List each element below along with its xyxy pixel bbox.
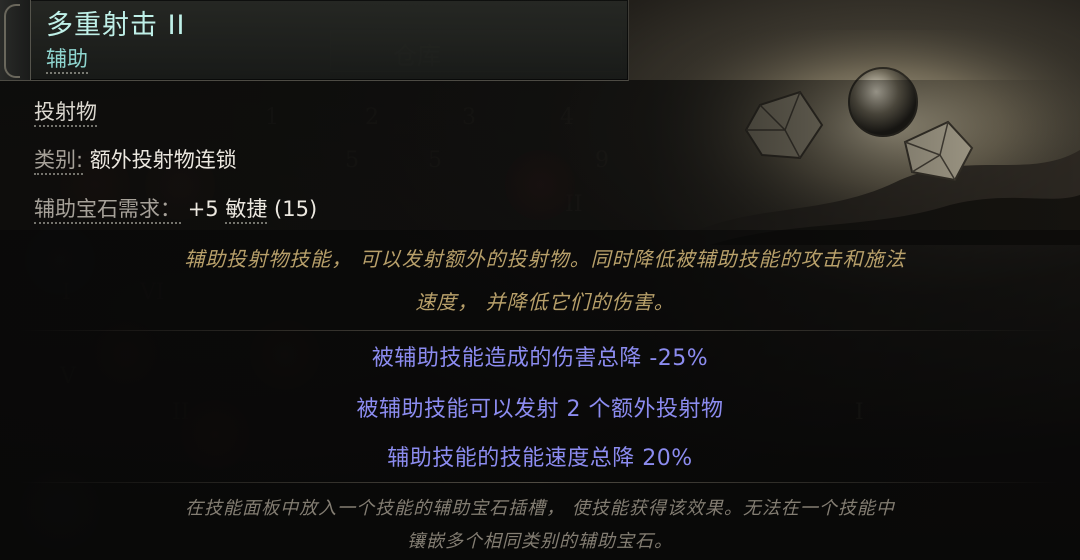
gem-type: 辅助 <box>46 43 88 74</box>
gem-tooltip: 多重射击 II 辅助 投射物 类别: 额外投射物连锁 辅助宝石需求： +5 敏捷… <box>0 0 1080 560</box>
gem-usage-hint-line-1: 在技能面板中放入一个技能的辅助宝石插槽， 使技能获得该效果。无法在一个技能中 <box>185 498 895 519</box>
modifier-projectiles: 被辅助技能可以发射 2 个额外投射物 <box>356 397 724 422</box>
category-value: 额外投射物连锁 <box>89 148 237 172</box>
section-divider <box>20 330 1060 331</box>
modifier-skill-speed: 辅助技能的技能速度总降 20% <box>387 446 693 471</box>
requirement-prefix: +5 <box>187 197 219 221</box>
requirement-label[interactable]: 辅助宝石需求： <box>34 197 181 224</box>
gem-description-line-2: 速度， 并降低它们的伤害。 <box>415 290 675 314</box>
header-frame-ornament <box>0 0 31 80</box>
tooltip-header: 多重射击 II 辅助 <box>0 0 629 81</box>
gem-name: 多重射击 II <box>46 10 186 41</box>
gem-description-line-1: 辅助投射物技能， 可以发射额外的投射物。同时降低被辅助技能的攻击和施法 <box>184 247 906 271</box>
gem-tag-label[interactable]: 投射物 <box>34 100 97 127</box>
modifier-damage: 被辅助技能造成的伤害总降 -25% <box>371 346 709 371</box>
category-label[interactable]: 类别: <box>34 148 84 175</box>
gem-type-label[interactable]: 辅助 <box>46 47 88 74</box>
gem-category: 类别: 额外投射物连锁 <box>34 144 237 175</box>
gem-usage-hint-line-2: 镶嵌多个相同类别的辅助宝石。 <box>407 531 673 552</box>
requirement-attribute[interactable]: 敏捷 <box>225 197 268 224</box>
gem-requirement: 辅助宝石需求： +5 敏捷 (15) <box>34 193 318 224</box>
gem-tag: 投射物 <box>34 96 97 127</box>
section-divider <box>20 482 1060 483</box>
requirement-amount: (15) <box>274 197 318 221</box>
